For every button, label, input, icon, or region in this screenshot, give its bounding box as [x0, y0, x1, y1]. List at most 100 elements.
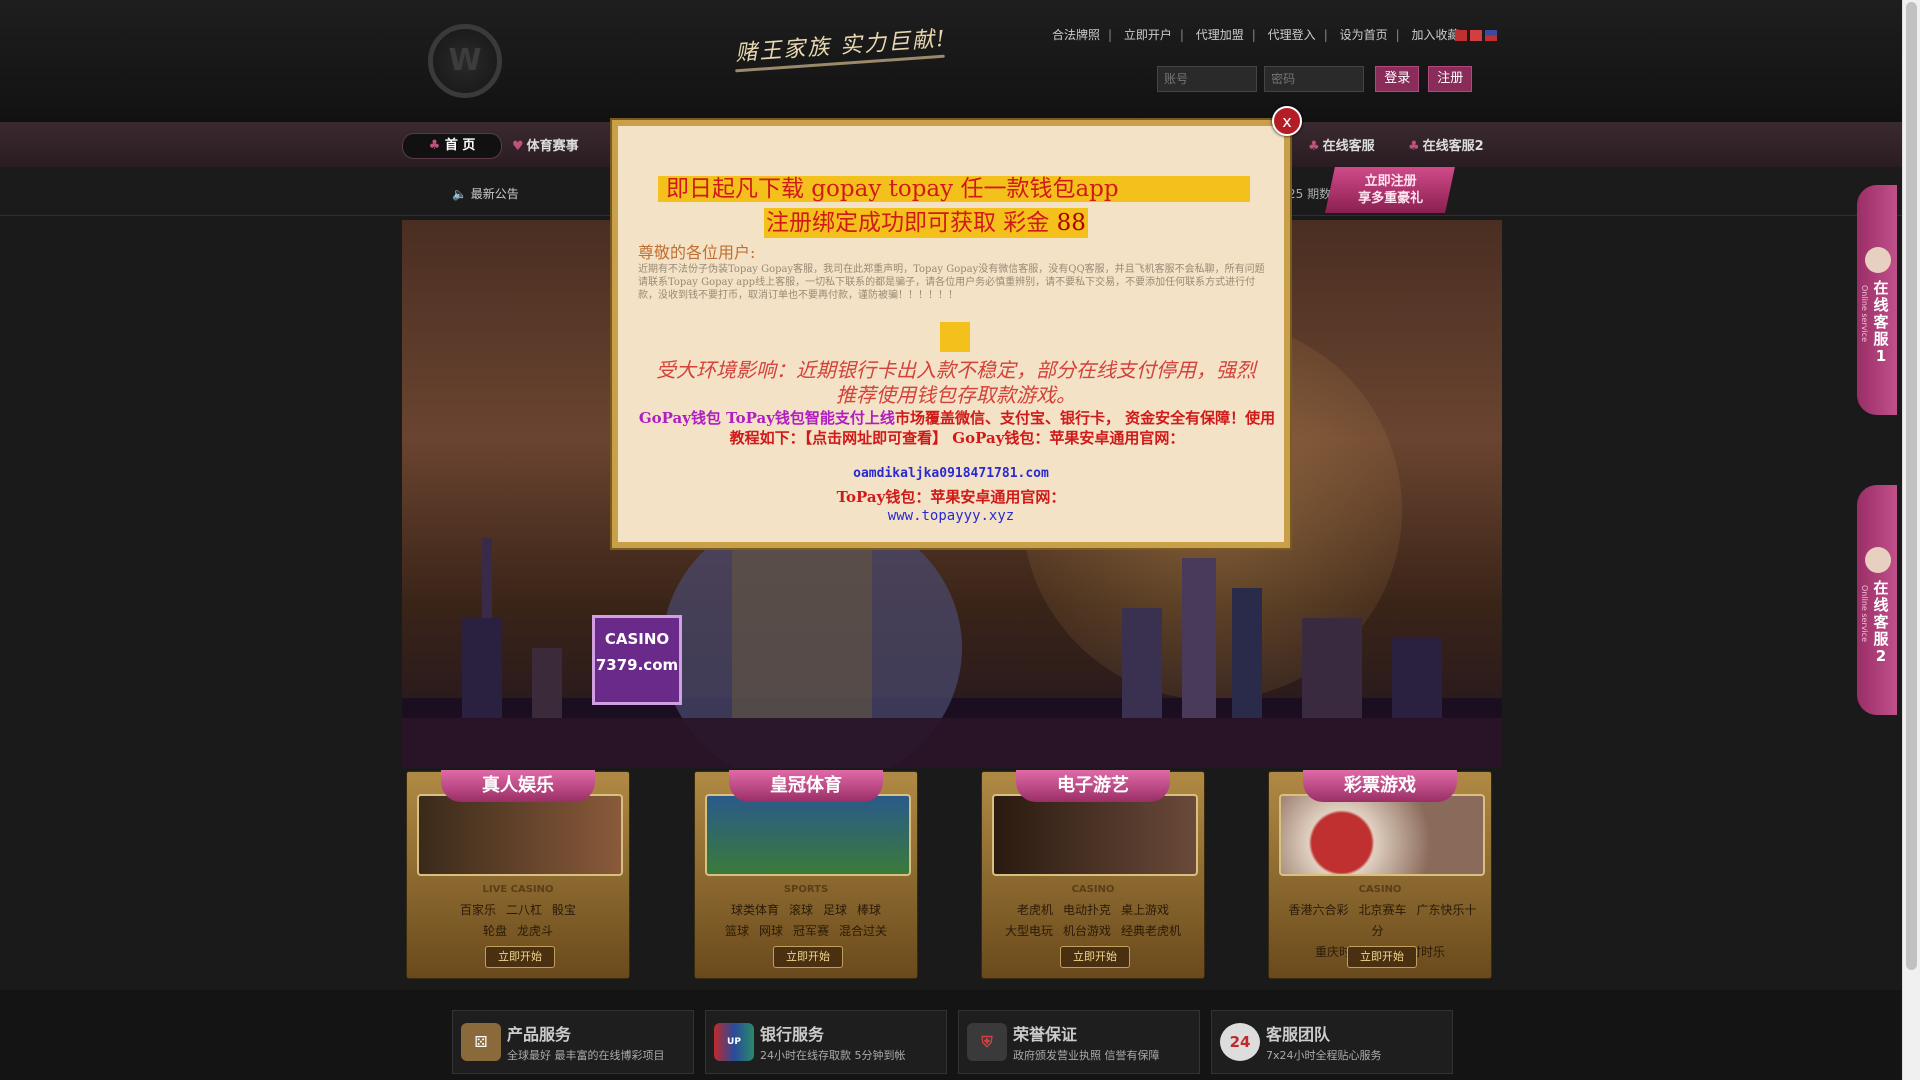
game-card-live[interactable]: 真人娱乐 LIVE CASINO 百家乐 二八杠 骰宝 轮盘 龙虎斗 立即开始	[406, 770, 630, 979]
slots-image	[992, 794, 1198, 876]
agent-avatar-icon	[1865, 247, 1891, 273]
game-link[interactable]: 百家乐	[460, 903, 496, 917]
scrollbar-thumb[interactable]	[1906, 2, 1917, 970]
site-logo[interactable]	[428, 24, 502, 98]
services-bar: ⚄ 产品服务 全球最好 最丰富的在线博彩项目 UP 银行服务 24小时在线存取款…	[0, 990, 1902, 1080]
popup-greeting: 尊敬的各位用户:	[638, 243, 756, 262]
service-title: 客服团队	[1266, 1025, 1331, 1044]
nav-sports[interactable]: ♥ 体育赛事	[512, 135, 579, 154]
flag-us-icon[interactable]	[1485, 30, 1497, 41]
service-honor[interactable]: ⛨ 荣誉保证 政府颁发营业执照 信誉有保障	[958, 1010, 1200, 1074]
service-subtitle: 24小时在线存取款 5分钟到帐	[760, 1049, 906, 1062]
link-add-favorite[interactable]: 加入收藏	[1411, 28, 1459, 42]
flag-cn-icon[interactable]	[1455, 30, 1467, 41]
unionpay-icon: UP	[714, 1023, 754, 1061]
link-set-homepage[interactable]: 设为首页	[1340, 28, 1388, 42]
header-slogan: 赌王家族 实力巨献!	[734, 26, 948, 67]
service-team[interactable]: 24 客服团队 7x24小时全程贴心服务	[1211, 1010, 1453, 1074]
live-casino-image	[417, 794, 623, 876]
topay-url-link[interactable]: www.topayyy.xyz	[618, 508, 1284, 524]
game-link[interactable]: 机台游戏	[1063, 924, 1111, 938]
start-button[interactable]: 立即开始	[485, 946, 555, 968]
popup-warning: 受大环境影响：近期银行卡出入款不稳定，部分在线支付停用，强烈推荐使用钱包存取款游…	[656, 358, 1256, 407]
game-link[interactable]: 桌上游戏	[1121, 903, 1169, 917]
club-icon: ♣	[428, 138, 445, 153]
game-link[interactable]: 北京赛车	[1358, 903, 1406, 917]
24h-icon: 24	[1220, 1023, 1260, 1061]
nav-service2[interactable]: ♣ 在线客服2	[1408, 135, 1484, 154]
service-subtitle: 7x24小时全程贴心服务	[1266, 1049, 1382, 1062]
online-service-tab-2[interactable]: Online service 在线客服2	[1857, 485, 1897, 715]
page-scrollbar[interactable]	[1902, 0, 1920, 1080]
service-bank[interactable]: UP 银行服务 24小时在线存取款 5分钟到帐	[705, 1010, 947, 1074]
gopay-url-link[interactable]: oamdikaljka0918471781.com	[618, 466, 1284, 481]
game-link[interactable]: 经典老虎机	[1121, 924, 1181, 938]
agent-avatar-icon	[1865, 547, 1891, 573]
game-link[interactable]: 足球	[823, 903, 847, 917]
popup-notice: 近期有不法份子伪装Topay Gopay客服，我司在此郑重声明，Topay Go…	[638, 264, 1265, 301]
game-link[interactable]: 网球	[759, 924, 783, 938]
online-service-tab-1[interactable]: Online service 在线客服1	[1857, 185, 1897, 415]
service-product[interactable]: ⚄ 产品服务 全球最好 最丰富的在线博彩项目	[452, 1010, 694, 1074]
sidetab-label: 在线客服1	[1873, 279, 1889, 365]
nav-home[interactable]: ♣ 首 页	[402, 133, 502, 159]
game-link[interactable]: 骰宝	[552, 903, 576, 917]
card-title: 彩票游戏	[1303, 770, 1457, 802]
promo-popup: 即日起凡下载 gopay topay 任一款钱包app 注册绑定成功即可获取 彩…	[612, 120, 1290, 548]
game-link[interactable]: 冠军赛	[793, 924, 829, 938]
top-links: 合法牌照 | 立即开户 | 代理加盟 | 代理登入 | 设为首页 | 加入收藏	[1052, 28, 1460, 42]
game-link[interactable]: 篮球	[725, 924, 749, 938]
game-link[interactable]: 老虎机	[1017, 903, 1053, 917]
register-button[interactable]: 注册	[1428, 66, 1473, 92]
casino-sign: CASINO 7379.com	[592, 615, 682, 705]
start-button[interactable]: 立即开始	[773, 946, 843, 968]
bonus-amount: 88	[1056, 210, 1086, 236]
game-link[interactable]: 混合过关	[839, 924, 887, 938]
game-link[interactable]: 二八杠	[506, 903, 542, 917]
game-link[interactable]: 龙虎斗	[517, 924, 553, 938]
login-button[interactable]: 登录	[1375, 66, 1420, 92]
card-category: LIVE CASINO	[482, 884, 554, 895]
password-input[interactable]	[1264, 66, 1365, 92]
club-icon: ♣	[1308, 139, 1320, 154]
site-header: 赌王家族 实力巨献! 合法牌照| 立即开户| 代理加盟| 代理登入| 设为首页|…	[0, 0, 1902, 123]
club-icon: ♣	[1408, 139, 1420, 154]
game-card-slots[interactable]: 电子游艺 CASINO 老虎机 电动扑克 桌上游戏 大型电玩 机台游戏 经典老虎机 立即…	[981, 770, 1205, 979]
link-license[interactable]: 合法牌照	[1052, 28, 1100, 42]
game-card-lottery[interactable]: 彩票游戏 CASINO 香港六合彩北京赛车广东快乐十分 重庆时时彩上海时时乐 立…	[1268, 770, 1492, 979]
card-category: CASINO	[1358, 884, 1402, 895]
card-game-list: 球类体育 滚球 足球 棒球 篮球 网球 冠军赛 混合过关	[703, 900, 909, 942]
dice-icon: ⚄	[461, 1023, 501, 1061]
game-card-sports[interactable]: 皇冠体育 SPORTS 球类体育 滚球 足球 棒球 篮球 网球 冠军赛 混合过关 立即开始	[694, 770, 918, 979]
login-form: 登录 注册	[1157, 66, 1473, 92]
flag-hk-icon[interactable]	[1470, 30, 1482, 41]
game-link[interactable]: 大型电玩	[1005, 924, 1053, 938]
game-link[interactable]: 滚球	[789, 903, 813, 917]
start-button[interactable]: 立即开始	[1347, 946, 1417, 968]
game-link[interactable]: 轮盘	[483, 924, 507, 938]
language-flags	[1455, 26, 1500, 45]
nav-service1[interactable]: ♣ 在线客服	[1308, 135, 1375, 154]
game-link[interactable]: 电动扑克	[1063, 903, 1111, 917]
card-game-list: 百家乐 二八杠 骰宝 轮盘 龙虎斗	[415, 900, 621, 942]
register-banner[interactable]: 立即注册 享多重豪礼	[1325, 167, 1455, 213]
card-game-list: 老虎机 电动扑克 桌上游戏 大型电玩 机台游戏 经典老虎机	[990, 900, 1196, 942]
period-text: 25 期数	[1288, 187, 1332, 201]
start-button[interactable]: 立即开始	[1060, 946, 1130, 968]
game-link[interactable]: 球类体育	[731, 903, 779, 917]
heart-icon: ♥	[512, 139, 524, 154]
popup-gopay-info: GoPay钱包 ToPay钱包智能支付上线市场覆盖微信、支付宝、银行卡， 资金安…	[638, 409, 1276, 447]
game-link[interactable]: 香港六合彩	[1288, 903, 1348, 917]
card-category: CASINO	[1071, 884, 1115, 895]
service-subtitle: 政府颁发营业执照 信誉有保障	[1013, 1049, 1160, 1062]
username-input[interactable]	[1157, 66, 1257, 92]
link-open-account[interactable]: 立即开户	[1124, 28, 1172, 42]
popup-close-button[interactable]: x	[1272, 106, 1302, 136]
link-agent-join[interactable]: 代理加盟	[1196, 28, 1244, 42]
shield-icon: ⛨	[967, 1023, 1007, 1061]
notice-bar[interactable]: 🔈 最新公告	[452, 185, 519, 202]
link-agent-login[interactable]: 代理登入	[1268, 28, 1316, 42]
popup-topay-line: ToPay钱包：苹果安卓通用官网：	[836, 488, 1066, 506]
card-title: 电子游艺	[1016, 770, 1170, 802]
game-link[interactable]: 棒球	[857, 903, 881, 917]
